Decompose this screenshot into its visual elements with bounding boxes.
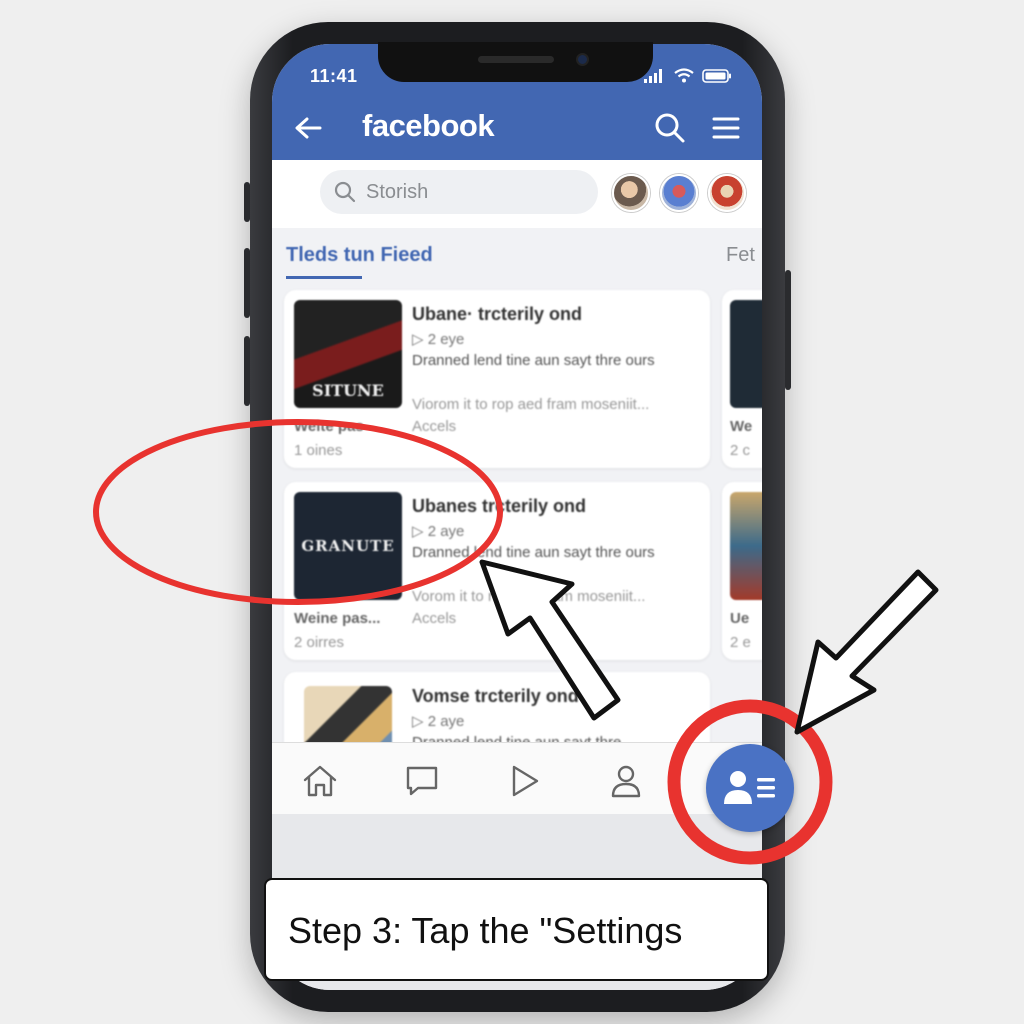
card-footer-title: Ue [730, 610, 750, 627]
side-feed-card[interactable]: We 2 c [722, 290, 762, 468]
card-subtext-2: Accels [412, 418, 457, 435]
card-meta: ▷ 2 aye [412, 713, 465, 730]
bottom-nav [272, 742, 762, 814]
profile-icon [611, 765, 641, 798]
nav-messages[interactable] [402, 761, 442, 801]
phone-power-button [785, 270, 791, 390]
card-footer-count: 1 oines [294, 442, 343, 459]
status-time: 11:41 [310, 66, 358, 86]
back-button[interactable] [290, 110, 326, 146]
hamburger-icon [712, 117, 740, 139]
search-row: Storish [272, 160, 762, 228]
notch-speaker [478, 56, 554, 63]
phone-volume-down [244, 336, 250, 406]
arrow-left-icon [295, 117, 322, 139]
card-subtext: Viorom it to rop aed fram moseniit... [412, 396, 650, 413]
card-title: Ubane· trcterily ond [412, 304, 583, 324]
card-description: Dranned lend tine aun sayt thre ours [412, 352, 655, 369]
notch-camera [576, 53, 589, 66]
menu-button[interactable] [706, 108, 746, 148]
story-avatar[interactable] [612, 174, 650, 212]
phone-screen: 11:41 facebook Storish Tleds tun Fieed F… [272, 44, 762, 990]
app-title: facebook [362, 108, 495, 143]
nav-watch[interactable] [504, 761, 544, 801]
card-footer-title: Weine pas... [294, 610, 381, 627]
card-title: Vomse trcterily ond [412, 686, 579, 706]
card-footer-count: 2 oirres [294, 634, 345, 651]
side-feed-card[interactable]: Ue 2 e [722, 482, 762, 660]
chat-icon [406, 766, 438, 796]
feed-tabs: Tleds tun Fieed Fet [272, 228, 762, 288]
card-subtext-2: Accels [412, 610, 457, 627]
pointer-arrow-right [794, 569, 939, 735]
settings-profile-list-icon [724, 771, 775, 804]
search-icon [334, 181, 356, 203]
story-avatar[interactable] [708, 174, 746, 212]
card-footer-count: 2 e [730, 634, 751, 651]
play-icon [512, 765, 539, 797]
card-thumbnail: SITUNE [294, 300, 402, 408]
phone-volume-up [244, 248, 250, 318]
story-avatar[interactable] [660, 174, 698, 212]
tab-other[interactable]: Fet [726, 244, 755, 267]
card-footer-count: 2 c [730, 442, 751, 459]
settings-fab-button[interactable] [706, 744, 794, 832]
card-meta: ▷ 2 eye [412, 331, 465, 348]
home-icon [303, 765, 337, 797]
nav-profile[interactable] [606, 761, 646, 801]
card-thumbnail: GRANUTE [294, 492, 402, 600]
thumbnail-text: SITUNE [312, 381, 384, 400]
nav-home[interactable] [300, 761, 340, 801]
card-thumbnail [730, 300, 762, 408]
tutorial-caption: Step 3: Tap the "Settings [264, 878, 769, 981]
card-description: Dranned lend tine aun sayt thre ours [412, 544, 655, 561]
caption-text: Step 3: Tap the "Settings [288, 910, 683, 951]
tab-active-indicator [286, 276, 362, 279]
search-placeholder: Storish [366, 180, 429, 203]
wifi-icon [674, 68, 694, 83]
feed-card[interactable]: SITUNE Ubane· trcterily ond ▷ 2 eye Dran… [284, 290, 710, 468]
tab-news-feed[interactable]: Tleds tun Fieed [286, 244, 433, 267]
search-button[interactable] [650, 108, 690, 148]
phone-silent-switch [244, 182, 250, 222]
card-subtext: Vorom it to rop aed fram moseniit... [412, 588, 646, 605]
feed-card[interactable]: GRANUTE Ubanes trcterily ond ▷ 2 aye Dra… [284, 482, 710, 660]
battery-icon [702, 68, 731, 83]
card-title: Ubanes trcterily ond [412, 496, 587, 516]
card-footer-title: Weite pas [294, 418, 364, 435]
card-thumbnail [730, 492, 762, 600]
card-footer-title: We [730, 418, 753, 435]
status-icons [644, 68, 732, 83]
search-input[interactable]: Storish [320, 170, 598, 214]
thumbnail-text: GRANUTE [301, 537, 395, 555]
search-icon [655, 113, 685, 143]
card-meta: ▷ 2 aye [412, 523, 465, 540]
phone-notch [378, 42, 653, 82]
